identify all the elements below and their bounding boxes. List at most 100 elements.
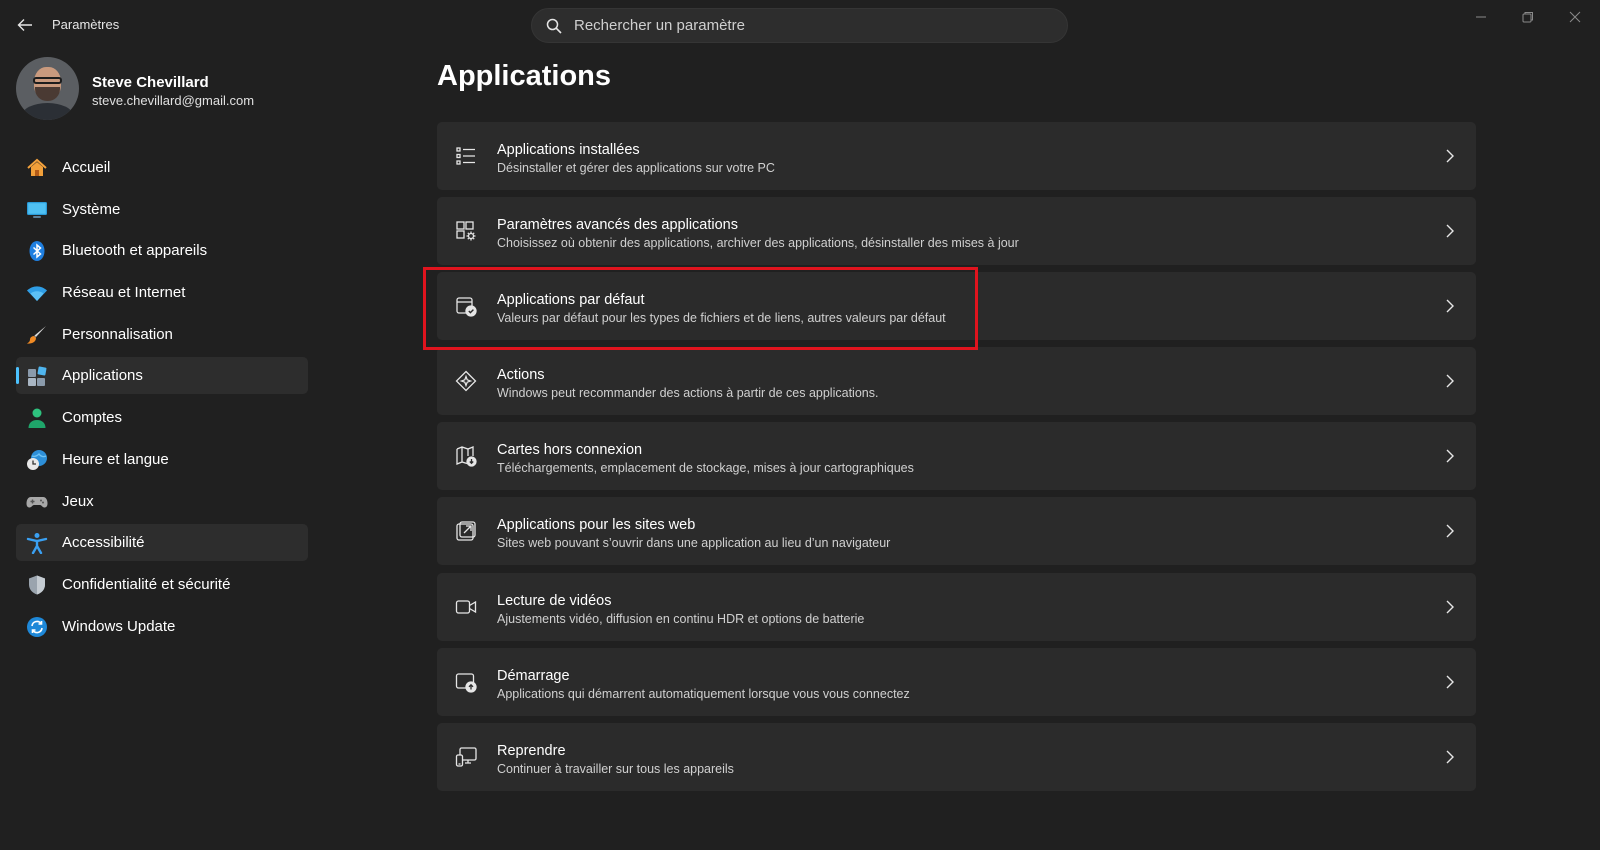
apps-gear-icon xyxy=(453,218,479,244)
sidebar-item-label: Accueil xyxy=(62,159,111,176)
card-demarrage[interactable]: Démarrage Applications qui démarrent aut… xyxy=(437,647,1476,716)
sidebar-item-label: Comptes xyxy=(62,409,123,427)
sidebar-item-comptes[interactable]: Comptes xyxy=(16,399,308,436)
sidebar-item-label: Windows Update xyxy=(62,617,176,635)
card-title: Applications pour les sites web xyxy=(497,517,696,534)
sidebar-item-jeux[interactable]: Jeux xyxy=(16,483,308,520)
card-subtitle: Continuer à travailler sur tous les appa… xyxy=(497,761,734,776)
home-icon xyxy=(26,157,48,179)
sidebar-item-reseau[interactable]: Réseau et Internet xyxy=(16,274,308,311)
sidebar-item-windows-update[interactable]: Windows Update xyxy=(16,608,308,645)
card-lecture-videos[interactable]: Lecture de vidéos Ajustements vidéo, dif… xyxy=(437,572,1476,641)
apps-icon xyxy=(26,365,48,387)
minimize-button[interactable] xyxy=(1458,4,1504,30)
search-input[interactable] xyxy=(574,9,1054,42)
sidebar-item-accessibilite[interactable]: Accessibilité xyxy=(16,524,308,562)
close-button[interactable] xyxy=(1552,4,1598,30)
default-apps-icon xyxy=(453,293,479,319)
card-subtitle: Sites web pouvant s’ouvrir dans une appl… xyxy=(497,536,891,551)
close-icon xyxy=(1569,11,1581,23)
card-title: Démarrage xyxy=(497,667,570,684)
open-external-icon xyxy=(453,518,479,544)
wifi-icon xyxy=(26,282,48,304)
card-title: Paramètres avancés des applications xyxy=(497,217,738,234)
page-title: Applications xyxy=(437,60,612,92)
back-arrow-icon xyxy=(17,19,32,31)
sidebar-item-label: Applications xyxy=(62,367,143,385)
card-subtitle: Applications qui démarrent automatiqueme… xyxy=(497,686,910,701)
bluetooth-icon xyxy=(26,240,48,262)
card-title: Lecture de vidéos xyxy=(497,592,612,609)
sidebar-item-label: Personnalisation xyxy=(62,325,173,343)
card-applications-sites-web[interactable]: Applications pour les sites web Sites we… xyxy=(437,497,1476,566)
card-subtitle: Windows peut recommander des actions à p… xyxy=(497,386,879,401)
sidebar-item-applications[interactable]: Applications xyxy=(16,357,308,395)
card-cartes-hors-connexion[interactable]: Cartes hors connexion Téléchargements, e… xyxy=(437,422,1476,491)
card-subtitle: Désinstaller et gérer des applications s… xyxy=(497,161,775,175)
user-email: steve.chevillard@gmail.com xyxy=(92,93,255,108)
chevron-right-icon xyxy=(1446,675,1454,689)
brush-icon xyxy=(26,324,48,346)
sidebar-item-label: Système xyxy=(62,200,121,218)
offline-map-icon xyxy=(453,443,479,469)
card-applications-installees[interactable]: Applications installées Désinstaller et … xyxy=(437,122,1476,190)
chevron-right-icon xyxy=(1446,600,1454,614)
minimize-icon xyxy=(1476,16,1486,18)
search-box[interactable] xyxy=(531,8,1068,43)
app-title: Paramètres xyxy=(52,17,120,32)
chevron-right-icon xyxy=(1446,374,1454,388)
chevron-right-icon xyxy=(1446,524,1454,538)
card-reprendre[interactable]: Reprendre Continuer à travailler sur tou… xyxy=(437,722,1476,791)
accessibility-icon xyxy=(26,532,48,555)
person-icon xyxy=(26,407,48,429)
user-profile[interactable]: Steve Chevillard steve.chevillard@gmail.… xyxy=(16,57,316,121)
card-actions[interactable]: Actions Windows peut recommander des act… xyxy=(437,347,1476,416)
settings-list: Applications installées Désinstaller et … xyxy=(437,122,1476,798)
chevron-right-icon xyxy=(1446,149,1454,163)
sidebar-item-bluetooth[interactable]: Bluetooth et appareils xyxy=(16,232,308,269)
sidebar-item-label: Heure et langue xyxy=(62,450,169,468)
card-title: Reprendre xyxy=(497,742,566,759)
card-subtitle: Choisissez où obtenir des applications, … xyxy=(497,236,1019,251)
actions-icon xyxy=(453,368,479,394)
chevron-right-icon xyxy=(1446,449,1454,463)
shield-icon xyxy=(26,574,48,596)
card-title: Applications installées xyxy=(497,142,640,158)
back-button[interactable] xyxy=(12,13,38,37)
sidebar-item-label: Réseau et Internet xyxy=(62,284,186,302)
sidebar-item-personnalisation[interactable]: Personnalisation xyxy=(16,316,308,353)
resume-devices-icon xyxy=(453,744,479,770)
card-subtitle: Téléchargements, emplacement de stockage… xyxy=(497,461,914,476)
sidebar-nav: Accueil Système Bluetooth et appareils R… xyxy=(16,149,308,649)
user-name: Steve Chevillard xyxy=(92,74,209,91)
gamepad-icon xyxy=(26,491,48,513)
chevron-right-icon xyxy=(1446,750,1454,764)
card-title: Actions xyxy=(497,367,545,384)
restore-button[interactable] xyxy=(1505,4,1551,30)
card-title: Applications par défaut xyxy=(497,292,645,309)
card-subtitle: Valeurs par défaut pour les types de fic… xyxy=(497,311,946,326)
active-indicator xyxy=(16,367,19,385)
display-icon xyxy=(26,199,48,221)
sidebar-item-confidentialite[interactable]: Confidentialité et sécurité xyxy=(16,566,308,603)
sidebar-item-heure-langue[interactable]: Heure et langue xyxy=(16,441,308,478)
sidebar-item-label: Confidentialité et sécurité xyxy=(62,575,231,593)
card-title: Cartes hors connexion xyxy=(497,442,643,459)
update-icon xyxy=(26,616,48,638)
restore-icon xyxy=(1522,12,1533,23)
list-icon xyxy=(453,143,479,169)
avatar[interactable] xyxy=(16,57,79,120)
sidebar-item-label: Accessibilité xyxy=(62,534,145,552)
video-icon xyxy=(453,594,479,620)
card-applications-par-defaut[interactable]: Applications par défaut Valeurs par défa… xyxy=(437,272,1476,341)
clock-globe-icon xyxy=(26,449,48,471)
startup-icon xyxy=(453,669,479,695)
card-subtitle: Ajustements vidéo, diffusion en continu … xyxy=(497,611,865,626)
sidebar-item-systeme[interactable]: Système xyxy=(16,191,308,228)
search-icon xyxy=(546,18,562,34)
title-bar: Paramètres xyxy=(0,0,1600,50)
sidebar-item-accueil[interactable]: Accueil xyxy=(16,149,308,186)
chevron-right-icon xyxy=(1446,224,1454,238)
card-parametres-avances[interactable]: Paramètres avancés des applications Choi… xyxy=(437,197,1476,266)
sidebar-item-label: Jeux xyxy=(62,492,94,510)
